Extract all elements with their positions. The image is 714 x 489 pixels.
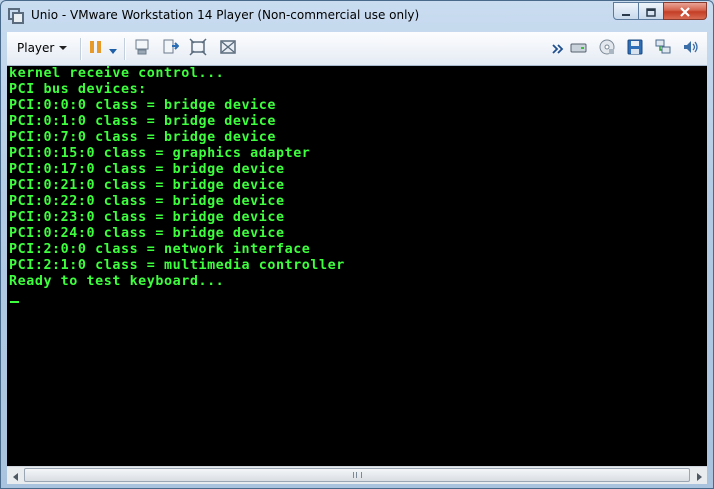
window-title: Unio - VMware Workstation 14 Player (Non… [31, 8, 420, 22]
pause-icon [88, 39, 104, 59]
unity-icon [161, 38, 180, 60]
full-screen-icon [219, 38, 237, 60]
player-menu-button[interactable]: Player [17, 39, 68, 57]
unity-button[interactable] [161, 38, 180, 60]
console-line: PCI:0:0:0 class = bridge device [9, 98, 276, 113]
send-ctrl-alt-del-button[interactable] [133, 38, 151, 60]
console-output: kernel receive control... PCI bus device… [7, 66, 707, 290]
floppy-device[interactable] [626, 38, 644, 60]
maximize-icon [646, 2, 656, 21]
console-line: PCI:0:17:0 class = bridge device [9, 162, 285, 177]
floppy-icon [626, 38, 644, 60]
scroll-left-button[interactable] [7, 467, 24, 484]
dropdown-arrow-icon [108, 40, 118, 59]
minimize-icon [621, 2, 631, 21]
scroll-right-button[interactable] [690, 467, 707, 484]
console-line: PCI:2:0:0 class = network interface [9, 242, 311, 257]
hard-disk-icon [570, 38, 588, 60]
console-line: Ready to test keyboard... [9, 274, 225, 289]
console-line: PCI:0:15:0 class = graphics adapter [9, 146, 311, 161]
console-line: PCI:0:7:0 class = bridge device [9, 130, 276, 145]
more-devices-button[interactable] [551, 40, 565, 58]
power-options-dropdown[interactable] [107, 40, 119, 58]
cd-dvd-icon [598, 38, 616, 60]
vmware-player-window: Unio - VMware Workstation 14 Player (Non… [0, 0, 714, 489]
more-chevron-icon [552, 40, 564, 59]
chevron-right-icon [695, 466, 703, 485]
sound-card-icon [682, 38, 700, 60]
vm-console-screen[interactable]: kernel receive control... PCI bus device… [7, 66, 707, 466]
fit-guest-button[interactable] [189, 38, 207, 60]
vmware-app-icon [8, 8, 24, 24]
chevron-left-icon [12, 466, 20, 485]
chevron-down-icon [59, 46, 68, 50]
minimize-button[interactable] [613, 2, 639, 20]
console-line: PCI:0:23:0 class = bridge device [9, 210, 285, 225]
console-cursor [10, 301, 19, 303]
full-screen-button[interactable] [219, 40, 237, 58]
console-line: kernel receive control... [9, 66, 225, 81]
console-line: PCI:0:1:0 class = bridge device [9, 114, 276, 129]
close-button[interactable] [663, 2, 707, 20]
maximize-button[interactable] [638, 2, 664, 20]
console-line: PCI:0:22:0 class = bridge device [9, 194, 285, 209]
network-adapter-icon [654, 38, 672, 60]
toolbar: Player [7, 32, 707, 66]
toolbar-separator [124, 38, 126, 60]
send-ctrl-alt-del-icon [133, 38, 151, 60]
console-line: PCI:2:1:0 class = multimedia controller [9, 258, 345, 273]
network-adapter-device[interactable] [654, 38, 672, 60]
player-menu-label: Player [17, 41, 55, 55]
grip-icon [352, 472, 362, 478]
hard-disk-device[interactable] [570, 40, 588, 58]
fit-guest-icon [189, 38, 207, 60]
scrollbar-thumb[interactable] [24, 468, 690, 482]
horizontal-scrollbar[interactable] [7, 466, 707, 484]
cd-dvd-device[interactable] [598, 38, 616, 60]
console-line: PCI bus devices: [9, 82, 147, 97]
console-line: PCI:0:21:0 class = bridge device [9, 178, 285, 193]
pause-button[interactable] [87, 40, 105, 58]
toolbar-separator [80, 38, 82, 60]
close-icon [679, 2, 691, 21]
sound-card-device[interactable] [682, 40, 700, 58]
title-bar[interactable]: Unio - VMware Workstation 14 Player (Non… [1, 1, 713, 31]
console-line: PCI:0:24:0 class = bridge device [9, 226, 285, 241]
